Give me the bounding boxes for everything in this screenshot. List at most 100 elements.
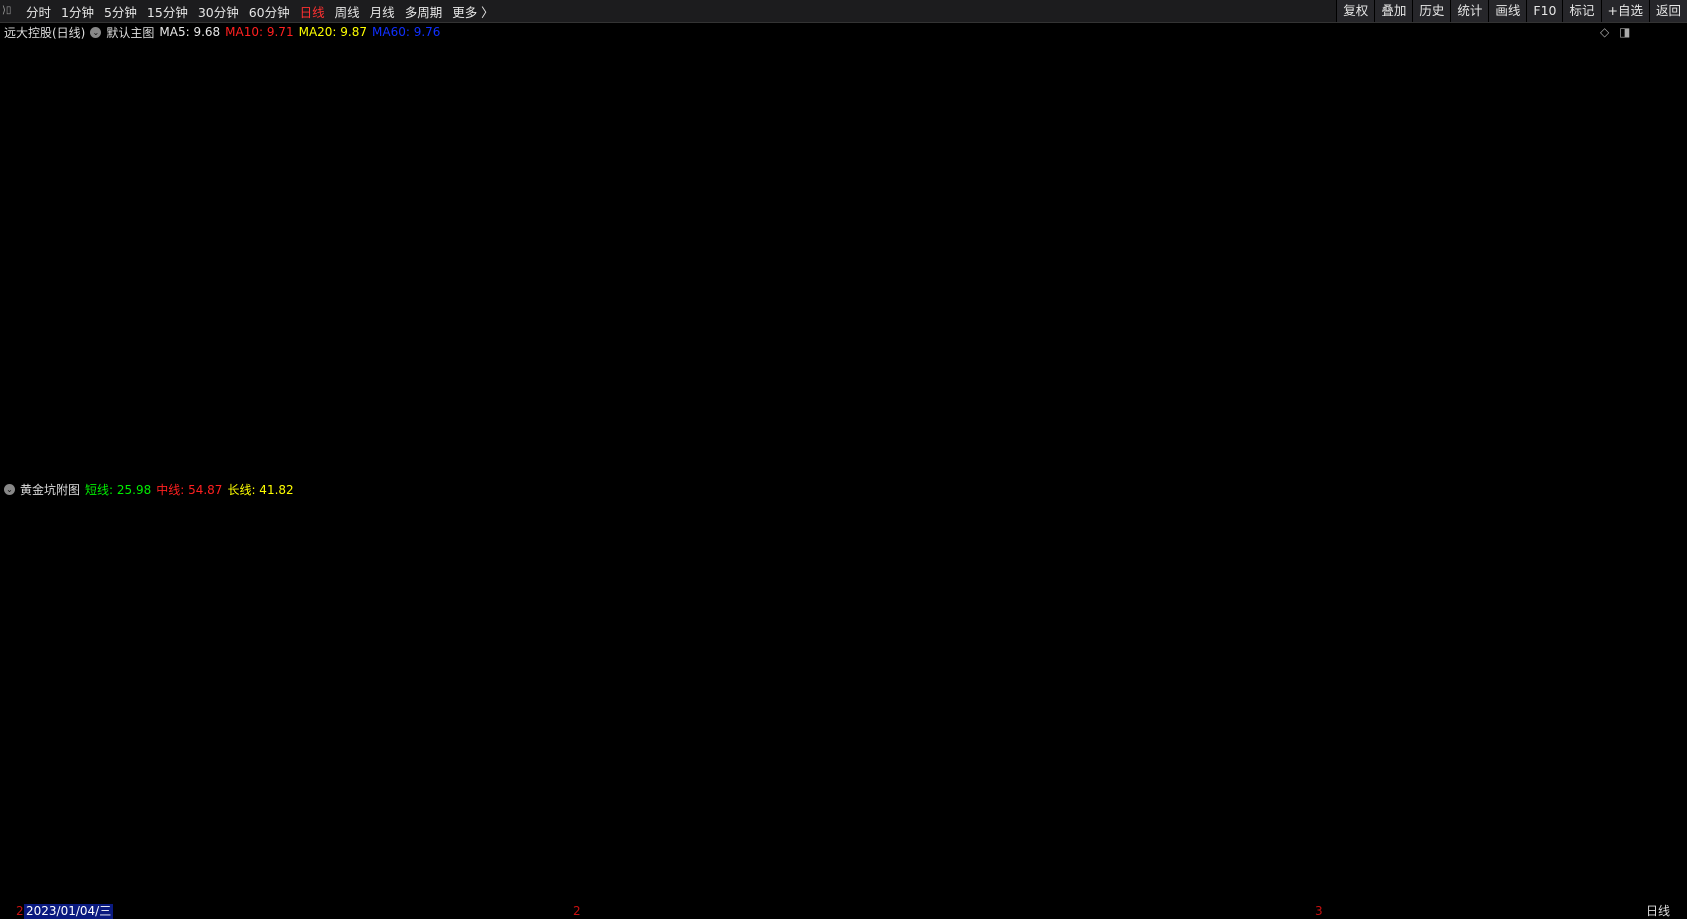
candle-body	[446, 301, 474, 327]
toolbar-button-3[interactable]: 统计	[1450, 0, 1489, 22]
ma10-value: MA10: 9.71	[225, 25, 294, 39]
candle-body	[1151, 173, 1179, 213]
candle	[186, 378, 215, 434]
period-tab-2[interactable]: 5分钟	[104, 2, 137, 21]
toolbar-button-7[interactable]: +自选	[1600, 0, 1649, 22]
month-mark-feb: 2	[573, 904, 581, 918]
toolbar-button-2[interactable]: 历史	[1412, 0, 1451, 22]
collapse-panel-icon[interactable]: ⟩▯	[2, 5, 18, 17]
histogram-bar	[211, 855, 249, 896]
watermark-text: www.cfchi.com	[1142, 201, 1276, 335]
price-tick-label: 9.00	[1653, 433, 1679, 447]
candle	[1225, 206, 1253, 265]
line-ma10	[14, 128, 1500, 374]
period-tab-7[interactable]: 周线	[335, 2, 360, 21]
candle	[1040, 156, 1068, 210]
watermark-text: www.cfchi.com	[72, 481, 206, 615]
diamond-icon[interactable]: ◇	[1600, 25, 1609, 39]
histogram-bar	[137, 855, 175, 883]
candle	[891, 45, 920, 119]
high-pointer-arrow	[906, 45, 919, 50]
candle	[928, 47, 957, 116]
low-price-label: 8.93	[250, 454, 275, 467]
sub-chart-title[interactable]: 黄金坑附图	[20, 481, 80, 498]
toolbar-button-6[interactable]: 标记	[1562, 0, 1601, 22]
candle	[854, 86, 882, 128]
chevron-down-icon[interactable]: ⌄	[4, 483, 15, 495]
ma60-value: MA60: 9.76	[372, 25, 441, 39]
price-tick-label: 9.70	[1653, 228, 1679, 242]
watermark-text: www.cfchi.com	[602, 761, 736, 895]
period-tab-6[interactable]: 日线	[300, 2, 325, 21]
candle-body	[1003, 173, 1031, 184]
toolbar-button-8[interactable]: 返回	[1648, 0, 1687, 22]
candle-body	[186, 380, 215, 429]
stock-title: 远大控股(日线)	[4, 25, 86, 40]
candle	[1411, 147, 1439, 239]
main-template-selector[interactable]: 默认主图	[106, 24, 154, 41]
chevron-down-icon[interactable]: ⌄	[90, 26, 102, 38]
period-tab-9[interactable]: 多周期	[405, 2, 443, 21]
candle	[149, 343, 177, 393]
sub-line-mid	[14, 586, 1500, 862]
watermark-text: www.cfchi.com	[872, 761, 1006, 895]
line-ma20	[14, 161, 1500, 344]
period-tab-4[interactable]: 30分钟	[198, 2, 239, 21]
period-tab-0[interactable]: 分时	[26, 2, 51, 21]
candle-body	[780, 117, 808, 160]
histogram-bar	[100, 855, 138, 876]
candle-body	[1077, 147, 1105, 166]
watermark-text: www.cfchi.com	[1412, 201, 1546, 335]
sub-chart-legend: ⌄ 黄金坑附图 短线: 25.98 中线: 54.87 长线: 41.82	[4, 480, 299, 498]
sub-axis-frame	[1633, 478, 1685, 904]
histogram-bar	[434, 855, 472, 858]
period-tab-1[interactable]: 1分钟	[61, 2, 94, 21]
candle-body	[38, 301, 66, 306]
period-toolbar: ⟩▯ 分时 1分钟 5分钟 15分钟 30分钟 60分钟 日线 周线 月线 多周期 更多 〉 复权叠…	[0, 0, 1687, 23]
sub-tick-label: 70.00	[1646, 588, 1679, 602]
candle	[557, 162, 586, 248]
period-tab-5[interactable]: 60分钟	[249, 2, 290, 21]
candle-body	[557, 167, 586, 248]
toolbar-button-4[interactable]: 画线	[1488, 0, 1527, 22]
candle	[446, 293, 474, 338]
candle-body	[1299, 208, 1328, 219]
candle	[261, 413, 289, 455]
candle	[483, 238, 511, 286]
price-tick-label: 10.20	[1646, 82, 1679, 96]
watermark-text: www.cfchi.com	[332, 201, 466, 335]
watermark-text: www.cfchi.com	[872, 481, 1006, 615]
candle-body	[594, 147, 623, 166]
candle	[965, 63, 994, 204]
candle-body	[149, 345, 177, 382]
main-chart-legend: 远大控股(日线) ⌄ 默认主图 MA5: 9.68 MA10: 9.71 MA2…	[4, 23, 445, 41]
candle-body	[224, 421, 252, 444]
panel-toggle-icon[interactable]: ◨	[1619, 25, 1630, 39]
histogram-bar	[285, 855, 323, 896]
period-tab-8[interactable]: 月线	[370, 2, 395, 21]
toolbar-button-1[interactable]: 叠加	[1374, 0, 1413, 22]
sub-tick-label: 50.00	[1646, 682, 1679, 696]
ma5-value: MA5: 9.68	[159, 25, 221, 39]
candle-body	[520, 249, 549, 257]
price-tick-label: 10.10	[1646, 112, 1679, 126]
candle-body	[1411, 185, 1439, 210]
candle	[298, 302, 326, 440]
price-tick-label: 10.00	[1646, 141, 1679, 155]
candle	[669, 153, 697, 192]
toolbar-button-0[interactable]: 复权	[1336, 0, 1375, 22]
sub-tick-label: 10.00	[1646, 871, 1679, 885]
chart-canvas[interactable]: www.cfchi.com www.cfchi.com www.cfchi.com w…	[0, 0, 1687, 919]
candle-body	[298, 339, 326, 429]
candle	[706, 129, 734, 181]
candle-body	[372, 336, 400, 342]
watermark-text: www.cfchi.com	[602, 481, 736, 615]
watermark-text: www.cfchi.com	[1412, 481, 1546, 615]
candle	[632, 115, 660, 192]
toolbar-button-5[interactable]: F10	[1526, 0, 1563, 22]
sub-tick-label: 30.00	[1646, 777, 1679, 791]
period-tab-3[interactable]: 15分钟	[147, 2, 188, 21]
candle	[38, 287, 66, 323]
period-tab-10[interactable]: 更多 〉	[452, 2, 493, 21]
watermark-text: www.cfchi.com	[1142, 761, 1276, 895]
